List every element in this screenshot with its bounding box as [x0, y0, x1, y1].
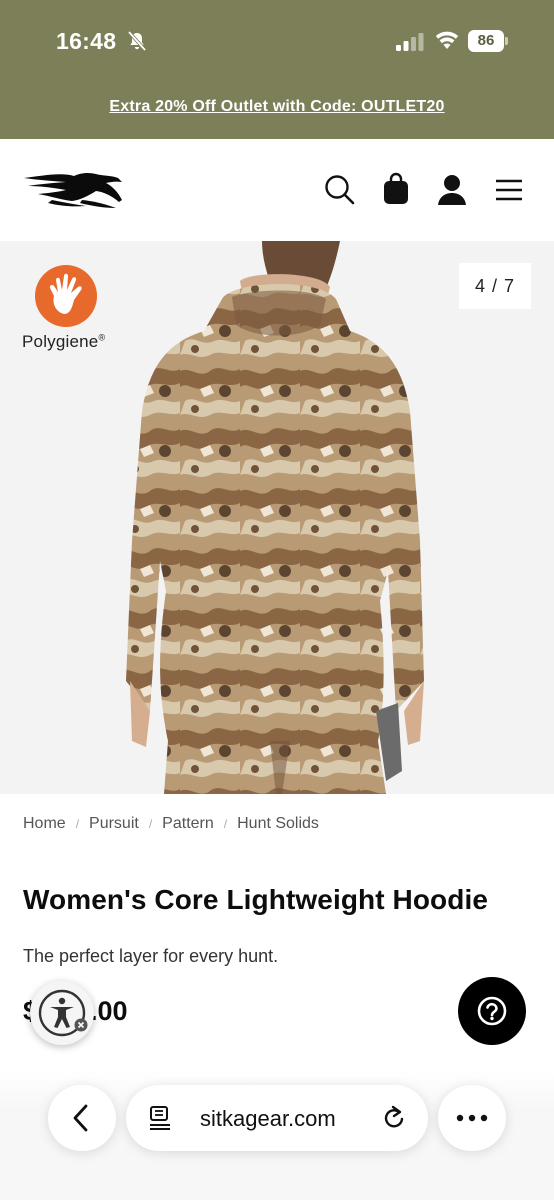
- battery-level: 86: [468, 30, 504, 52]
- status-time: 16:48: [56, 28, 117, 54]
- polygiene-wordmark: Polygiene®: [22, 332, 106, 351]
- search-icon[interactable]: [323, 172, 355, 206]
- promo-banner-link[interactable]: Extra 20% Off Outlet with Code: OUTLET20: [0, 98, 554, 116]
- reader-icon: [150, 1106, 170, 1130]
- bell-muted-icon: [127, 30, 147, 52]
- product-tagline: The perfect layer for every hunt.: [23, 946, 279, 966]
- breadcrumb-separator: /: [148, 817, 153, 831]
- accessibility-button[interactable]: [30, 981, 94, 1045]
- menu-icon[interactable]: [493, 172, 525, 206]
- breadcrumb-hunt-solids[interactable]: Hunt Solids: [237, 815, 319, 832]
- image-counter: 4 / 7: [459, 263, 531, 309]
- breadcrumb: Home / Pursuit / Pattern / Hunt Solids: [23, 815, 319, 833]
- help-button[interactable]: [458, 977, 526, 1045]
- browser-url-text[interactable]: sitkagear.com: [200, 1106, 336, 1132]
- breadcrumb-pursuit[interactable]: Pursuit: [89, 815, 139, 832]
- polygiene-hand-icon: [35, 265, 97, 327]
- shopping-bag-icon[interactable]: [380, 172, 412, 206]
- more-dots-icon: [456, 1114, 488, 1122]
- wifi-icon: [435, 31, 459, 49]
- browser-more-button[interactable]: [438, 1085, 506, 1151]
- browser-back-button[interactable]: [48, 1085, 116, 1151]
- cell-signal-icon: [396, 33, 424, 51]
- account-icon[interactable]: [436, 172, 468, 206]
- breadcrumb-home[interactable]: Home: [23, 815, 66, 832]
- sitka-logo[interactable]: [22, 170, 124, 210]
- accessibility-icon: [38, 989, 88, 1037]
- battery-indicator: 86: [468, 30, 508, 52]
- reload-icon[interactable]: [380, 1104, 408, 1132]
- breadcrumb-separator: /: [75, 817, 80, 831]
- chevron-left-icon: [73, 1104, 88, 1132]
- polygiene-badge: Polygiene®: [22, 264, 122, 356]
- question-icon: [477, 996, 507, 1026]
- product-title: Women's Core Lightweight Hoodie: [23, 884, 489, 915]
- breadcrumb-separator: /: [223, 817, 228, 831]
- breadcrumb-pattern[interactable]: Pattern: [162, 815, 214, 832]
- status-bar: 16:48 86: [0, 0, 554, 84]
